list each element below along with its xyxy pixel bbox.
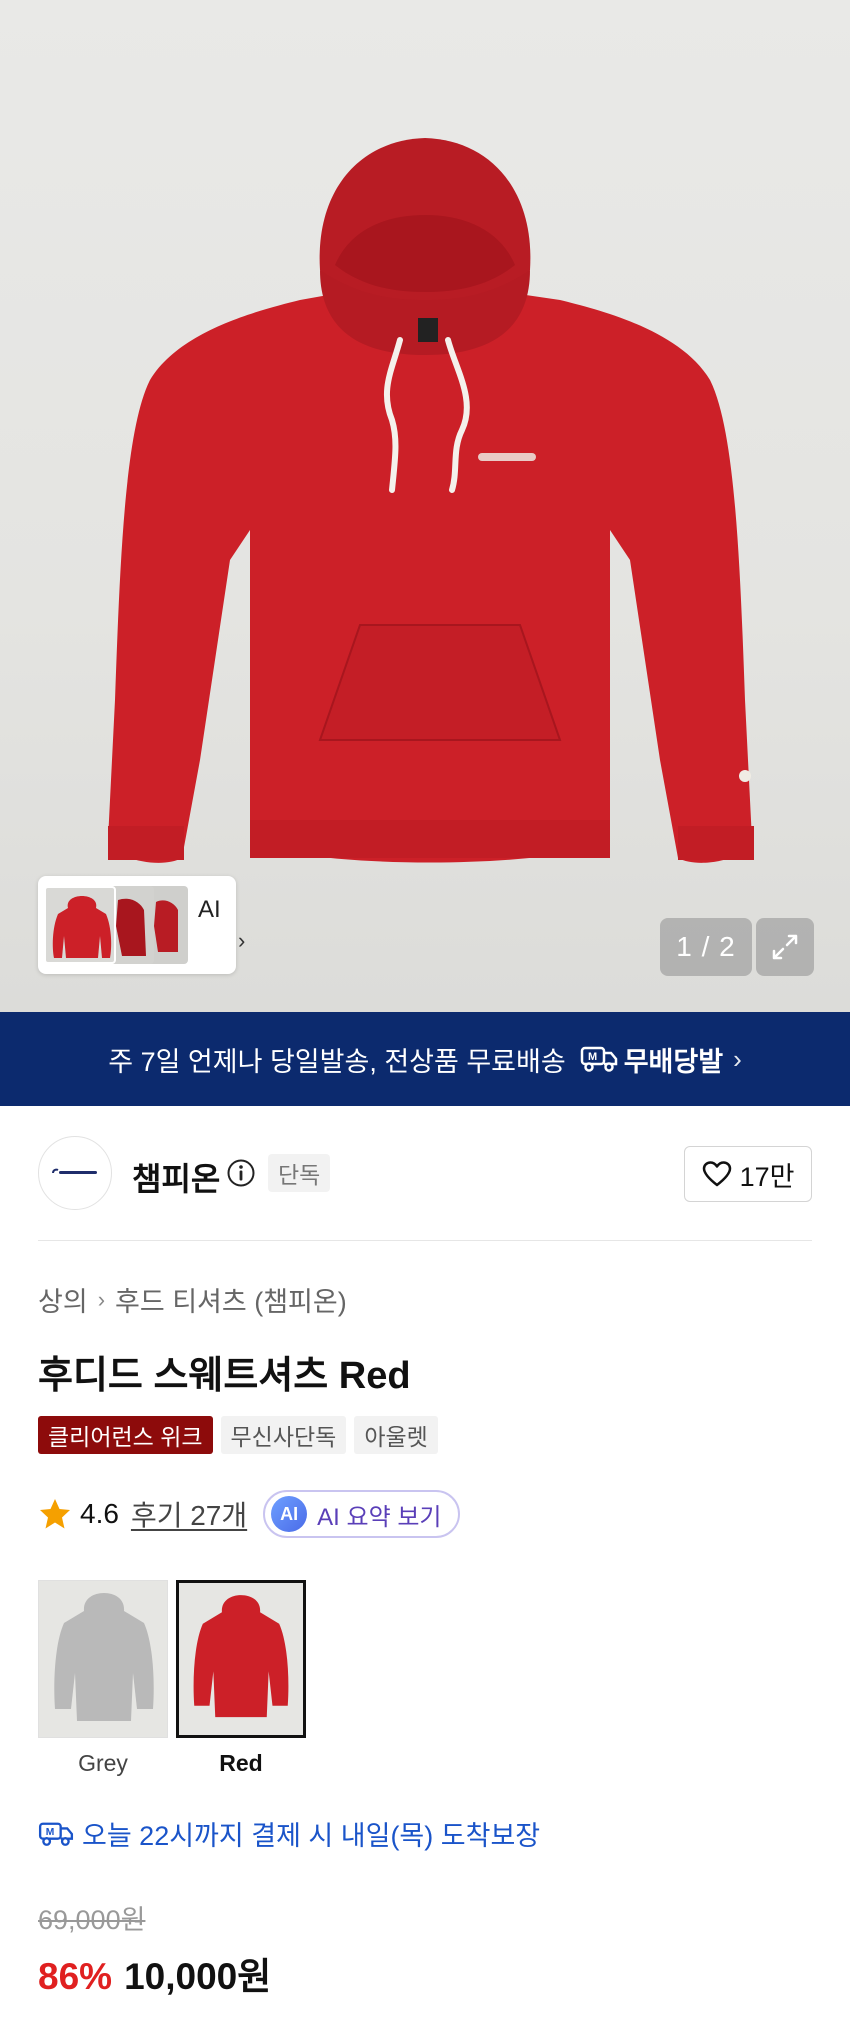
like-count: 17만: [739, 1161, 795, 1192]
discount-rate: 86%: [38, 1956, 113, 1997]
delivery-guarantee[interactable]: M 오늘 22시까지 결제 시 내일(목) 도착보장: [38, 1814, 540, 1853]
breadcrumb-category[interactable]: 상의: [38, 1280, 88, 1319]
sale-price: 10,000원: [124, 1956, 272, 1997]
color-swatch-grey[interactable]: [38, 1580, 168, 1738]
color-label-red: Red: [219, 1750, 263, 1776]
image-thumbnail-strip[interactable]: AI ›: [38, 876, 245, 974]
ai-summary-button[interactable]: AI AI 요약 보기: [263, 1490, 460, 1538]
brand-name[interactable]: 챔피온: [132, 1154, 220, 1200]
delivery-text: 오늘 22시까지 결제 시 내일(목) 도착보장: [82, 1821, 541, 1851]
svg-text:M: M: [46, 1826, 55, 1837]
svg-text:M: M: [588, 1051, 597, 1063]
brand-row: 챔피온 단독 17만: [38, 1136, 812, 1210]
delivery-truck-icon: M: [38, 1822, 74, 1846]
tag-musinsa-exclusive: 무신사단독: [220, 1416, 347, 1454]
color-option-red[interactable]: Red: [176, 1580, 306, 1777]
heart-icon: [702, 1161, 731, 1187]
color-options: Grey Red: [38, 1580, 306, 1777]
color-option-grey[interactable]: Grey: [38, 1580, 168, 1777]
chevron-right-icon: ›: [97, 1286, 106, 1312]
original-price: 69,000원: [38, 1905, 146, 1935]
divider: [38, 1240, 812, 1241]
tag-outlet: 아울렛: [354, 1416, 438, 1454]
breadcrumb: 상의 › 후드 티셔츠 (챔피온): [38, 1280, 347, 1319]
expand-icon: [772, 934, 798, 960]
banner-logo-text: 무배당발: [623, 1046, 724, 1077]
image-page-indicator: 1 / 2: [660, 918, 752, 976]
breadcrumb-subcategory[interactable]: 후드 티셔츠 (챔피온): [115, 1280, 347, 1319]
tag-clearance-week: 클리어런스 위크: [38, 1416, 213, 1454]
free-shipping-banner[interactable]: 주 7일 언제나 당일발송, 전상품 무료배송 M 무배당발 ›: [0, 1012, 850, 1106]
color-label-grey: Grey: [78, 1750, 128, 1776]
banner-logo: M 무배당발: [580, 1040, 723, 1079]
chevron-right-icon: ›: [733, 1043, 742, 1074]
color-swatch-red[interactable]: [176, 1580, 306, 1738]
star-icon: [40, 1499, 70, 1529]
thumbnail-image-1[interactable]: [44, 886, 116, 964]
review-count-link[interactable]: 후기 27개: [131, 1494, 247, 1534]
exclusive-badge: 단독: [268, 1154, 331, 1192]
ai-summary-label: AI 요약 보기: [317, 1503, 442, 1531]
rating-value: 4.6: [80, 1498, 119, 1529]
brand-logo[interactable]: [38, 1136, 112, 1210]
champion-logo-icon: [52, 1168, 97, 1174]
expand-image-button[interactable]: [756, 918, 814, 976]
chevron-right-icon: ›: [238, 928, 246, 953]
ai-icon: AI: [271, 1496, 308, 1532]
like-button[interactable]: 17만: [684, 1146, 812, 1202]
product-main-image: [108, 138, 754, 863]
banner-message: 주 7일 언제나 당일발송, 전상품 무료배송: [108, 1046, 566, 1077]
product-title: 후디드 스웨트셔츠 Red: [38, 1355, 411, 1397]
delivery-truck-icon: M: [580, 1046, 617, 1072]
ai-thumbnail-label: AI: [198, 896, 221, 923]
info-icon[interactable]: [226, 1158, 256, 1188]
product-tags: 클리어런스 위크 무신사단독 아울렛: [38, 1416, 438, 1454]
thumbnail-image-2[interactable]: [110, 886, 154, 964]
product-image-gallery[interactable]: AI › 1 / 2: [0, 0, 850, 1012]
price-row: 86% 10,000원: [38, 1946, 271, 2000]
rating-row: 4.6 후기 27개 AI AI 요약 보기: [38, 1490, 460, 1538]
